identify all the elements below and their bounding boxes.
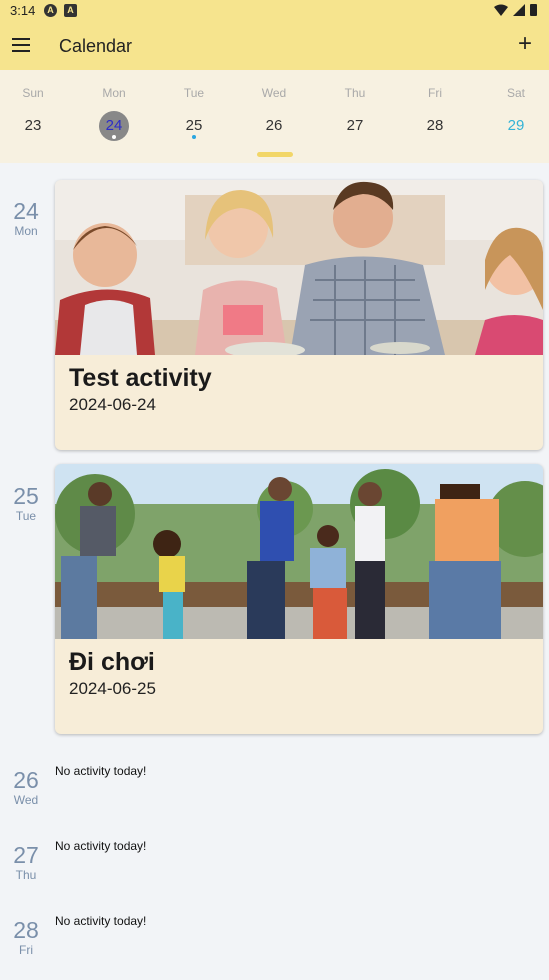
menu-button[interactable] [12, 38, 30, 52]
plus-icon: + [517, 30, 532, 57]
day-name: Tue [183, 86, 205, 100]
day-number: 27 [346, 117, 364, 134]
agenda-day-name: Mon [14, 224, 38, 238]
week-day-sat[interactable]: Sat 29 [486, 70, 546, 150]
status-time: 3:14 [10, 3, 36, 18]
activity-image [55, 464, 543, 639]
week-day-tue[interactable]: Tue 25 [164, 70, 224, 150]
agenda-date-label: 25 Tue [0, 483, 52, 523]
week-day-wed[interactable]: Wed 26 [244, 70, 304, 150]
agenda-day-number: 27 [13, 842, 39, 868]
activity-date: 2024-06-24 [69, 395, 156, 414]
download-notification-icon: A [64, 4, 77, 17]
wifi-icon [494, 4, 508, 16]
agenda-date-label: 24 Mon [0, 198, 52, 238]
agenda-day-number: 28 [13, 917, 39, 943]
agenda-day-name: Thu [15, 868, 37, 882]
status-icons [494, 4, 537, 16]
day-number: 26 [265, 117, 283, 134]
no-activity-text: No activity today! [55, 764, 147, 778]
page-title: Calendar [59, 36, 133, 56]
week-day-fri[interactable]: Fri 28 [405, 70, 465, 150]
hamburger-icon [12, 38, 30, 40]
agenda-day-name: Tue [15, 509, 37, 523]
day-name: Fri [428, 86, 442, 100]
no-activity-text: No activity today! [55, 839, 147, 853]
agenda-list: 24 Mon Test activity 2024-06-24 25 Tue Đ… [0, 163, 549, 980]
activity-date: 2024-06-25 [69, 679, 156, 698]
agenda-date-label: 28 Fri [0, 917, 52, 957]
agenda-day-name: Wed [13, 793, 39, 807]
day-number: 29 [507, 117, 525, 134]
status-bar: 3:14 A A [0, 0, 549, 22]
agenda-day-number: 24 [13, 198, 39, 224]
signal-icon [513, 4, 525, 16]
agenda-date-label: 27 Thu [0, 842, 52, 882]
activity-image [55, 180, 543, 355]
day-number: 28 [426, 117, 444, 134]
activity-card[interactable]: Đi chơi 2024-06-25 [55, 464, 543, 734]
day-name: Thu [344, 86, 366, 100]
expand-handle[interactable] [257, 152, 293, 157]
agenda-day-name: Fri [19, 943, 33, 957]
day-name: Wed [261, 86, 287, 100]
activity-title: Test activity [69, 364, 212, 392]
event-dot [192, 135, 196, 139]
no-activity-text: No activity today! [55, 914, 147, 928]
week-day-thu[interactable]: Thu 27 [325, 70, 385, 150]
activity-title: Đi chơi [69, 648, 155, 676]
activity-card[interactable]: Test activity 2024-06-24 [55, 180, 543, 450]
week-strip: Sun 23 Mon 24 Tue 25 Wed 26 Thu 27 Fri 2… [0, 70, 549, 163]
battery-icon [530, 4, 537, 16]
agenda-date-label: 26 Wed [0, 767, 52, 807]
week-day-mon[interactable]: Mon 24 [84, 70, 144, 150]
week-day-sun[interactable]: Sun 23 [3, 70, 63, 150]
day-name: Sun [22, 86, 44, 100]
agenda-day-number: 26 [13, 767, 39, 793]
day-name: Mon [102, 86, 126, 100]
day-number: 23 [24, 117, 42, 134]
event-dot [112, 135, 116, 139]
app-bar: Calendar + [0, 22, 549, 70]
agenda-day-number: 25 [13, 483, 39, 509]
app-notification-icon: A [44, 4, 57, 17]
add-button[interactable]: + [513, 32, 537, 58]
day-name: Sat [506, 86, 525, 100]
